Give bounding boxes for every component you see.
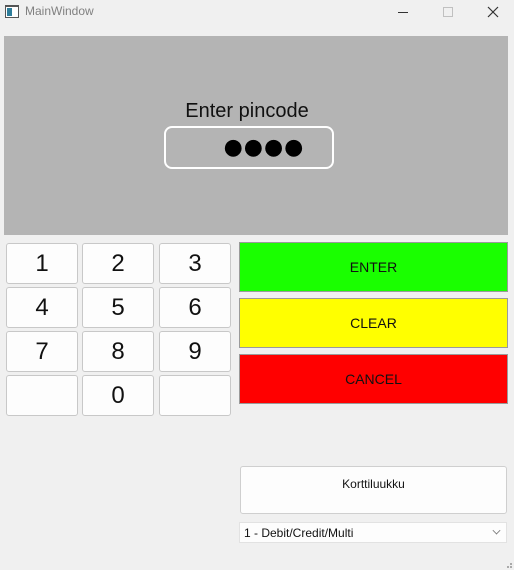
- close-icon: [487, 6, 499, 18]
- display-panel: Enter pincode ●●●●: [4, 36, 508, 235]
- app-window-icon: [5, 5, 19, 18]
- cancel-button[interactable]: CANCEL: [239, 354, 508, 404]
- card-type-value: 1 - Debit/Credit/Multi: [244, 526, 354, 540]
- key-1[interactable]: 1: [6, 243, 78, 284]
- key-2[interactable]: 2: [82, 243, 154, 284]
- pin-masked-value: ●●●●: [223, 134, 305, 160]
- key-5[interactable]: 5: [82, 287, 154, 328]
- minimize-button[interactable]: [380, 0, 426, 24]
- pin-field[interactable]: ●●●●: [164, 126, 334, 169]
- maximize-button[interactable]: [425, 0, 471, 24]
- key-6[interactable]: 6: [159, 287, 231, 328]
- window-title: MainWindow: [25, 4, 94, 18]
- key-blank-left[interactable]: [6, 375, 78, 416]
- enter-button[interactable]: ENTER: [239, 242, 508, 292]
- key-4[interactable]: 4: [6, 287, 78, 328]
- minimize-icon: [398, 11, 408, 13]
- key-9[interactable]: 9: [159, 331, 231, 372]
- pin-prompt: Enter pincode: [185, 100, 309, 122]
- key-3[interactable]: 3: [159, 243, 231, 284]
- key-blank-right[interactable]: [159, 375, 231, 416]
- maximize-icon: [443, 7, 453, 17]
- key-7[interactable]: 7: [6, 331, 78, 372]
- title-bar: MainWindow: [0, 0, 514, 24]
- close-button[interactable]: [470, 0, 514, 24]
- resize-grip[interactable]: [504, 560, 512, 568]
- card-slot-button[interactable]: Korttiluukku: [240, 466, 507, 514]
- key-0[interactable]: 0: [82, 375, 154, 416]
- clear-button[interactable]: CLEAR: [239, 298, 508, 348]
- chevron-down-icon: [492, 526, 501, 535]
- card-slot-label: Korttiluukku: [342, 477, 405, 491]
- key-8[interactable]: 8: [82, 331, 154, 372]
- card-type-select[interactable]: 1 - Debit/Credit/Multi: [239, 522, 507, 543]
